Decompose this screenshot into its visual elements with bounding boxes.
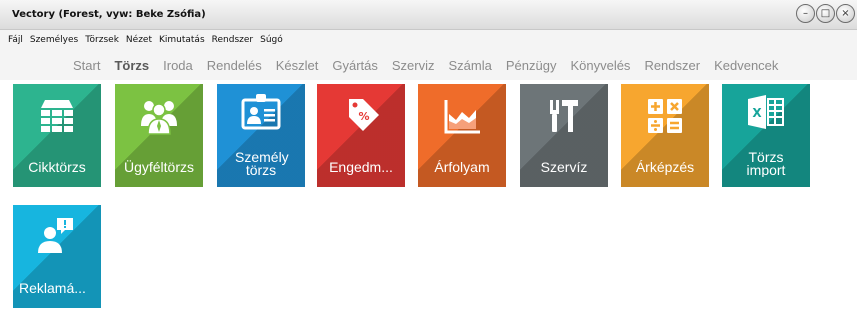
tab-rendeles[interactable]: Rendelés — [207, 58, 262, 73]
tab-konyveles[interactable]: Könyvelés — [570, 58, 630, 73]
menu-item-rendszer[interactable]: Rendszer — [212, 35, 253, 45]
tile-engedmeny[interactable]: % Engedm... — [317, 84, 405, 187]
maximize-button[interactable]: □ — [816, 4, 835, 23]
tile-label: Személy törzs — [235, 151, 289, 177]
tile-label: Árfolyam — [434, 159, 490, 175]
tile-label: Törzs import — [746, 151, 786, 177]
tile-arfolyam[interactable]: Árfolyam — [418, 84, 506, 187]
tile-arkepzes[interactable]: Árképzés — [621, 84, 709, 187]
excel-icon: X — [748, 95, 784, 129]
tab-szamla[interactable]: Számla — [449, 58, 492, 73]
tile-label: Árképzés — [635, 159, 695, 175]
tile-label: Cikktörzs — [28, 159, 86, 175]
tab-torzs[interactable]: Törzs — [114, 58, 149, 73]
menu-item-nezet[interactable]: Nézet — [126, 35, 152, 45]
menu-item-sugo[interactable]: Súgó — [260, 35, 283, 45]
window-controls: – □ × — [796, 4, 855, 23]
tile-reklamacio[interactable]: Reklamá... — [13, 205, 101, 308]
close-icon: × — [841, 7, 850, 19]
svg-text:X: X — [752, 106, 762, 120]
tab-iroda[interactable]: Iroda — [163, 58, 193, 73]
window-title: Vectory (Forest, vyw: Beke Zsófia) — [12, 9, 206, 20]
tab-kedvencek[interactable]: Kedvencek — [714, 58, 778, 73]
user-alert-icon — [38, 218, 73, 253]
tab-penzugy[interactable]: Pénzügy — [506, 58, 557, 73]
tools-icon — [550, 100, 578, 132]
tile-label: Engedm... — [329, 159, 393, 175]
calculator-icon — [648, 99, 682, 133]
tile-torzs-import[interactable]: X Törzs import — [722, 84, 810, 187]
menu-bar: Fájl Személyes Törzsek Nézet Kimutatás R… — [0, 30, 857, 50]
title-bar: Vectory (Forest, vyw: Beke Zsófia) – □ × — [0, 0, 857, 30]
close-button[interactable]: × — [836, 4, 855, 23]
grid-table-icon — [41, 100, 73, 132]
tab-szerviz[interactable]: Szerviz — [392, 58, 435, 73]
area-chart-icon — [444, 100, 480, 134]
tab-gyartas[interactable]: Gyártás — [332, 58, 378, 73]
price-tag-icon: % — [349, 99, 379, 131]
tab-keszlet[interactable]: Készlet — [276, 58, 319, 73]
tile-label: Reklamá... — [19, 280, 86, 296]
tile-szemely-torzs[interactable]: Személy törzs — [217, 84, 305, 187]
tile-cikktorzs[interactable]: Cikktörzs — [13, 84, 101, 187]
maximize-icon: □ — [820, 7, 831, 19]
tile-label: Ügyféltörzs — [123, 159, 195, 175]
tile-szerviz[interactable]: Szervíz — [520, 84, 608, 187]
menu-item-szemelyes[interactable]: Személyes — [30, 35, 78, 45]
tab-rendszer[interactable]: Rendszer — [644, 58, 700, 73]
module-tabs: Start Törzs Iroda Rendelés Készlet Gyárt… — [0, 50, 857, 80]
minimize-button[interactable]: – — [796, 4, 815, 23]
menu-item-torzsek[interactable]: Törzsek — [85, 35, 119, 45]
tile-ugyfeltorzs[interactable]: Ügyféltörzs — [115, 84, 203, 187]
svg-text:%: % — [358, 110, 369, 123]
tab-start[interactable]: Start — [73, 58, 100, 73]
menu-item-fajl[interactable]: Fájl — [8, 35, 23, 45]
people-group-icon — [141, 101, 177, 135]
menu-item-kimutatas[interactable]: Kimutatás — [159, 35, 205, 45]
tile-label: Szervíz — [540, 159, 588, 175]
id-card-icon — [241, 94, 281, 130]
minimize-icon: – — [803, 7, 808, 19]
